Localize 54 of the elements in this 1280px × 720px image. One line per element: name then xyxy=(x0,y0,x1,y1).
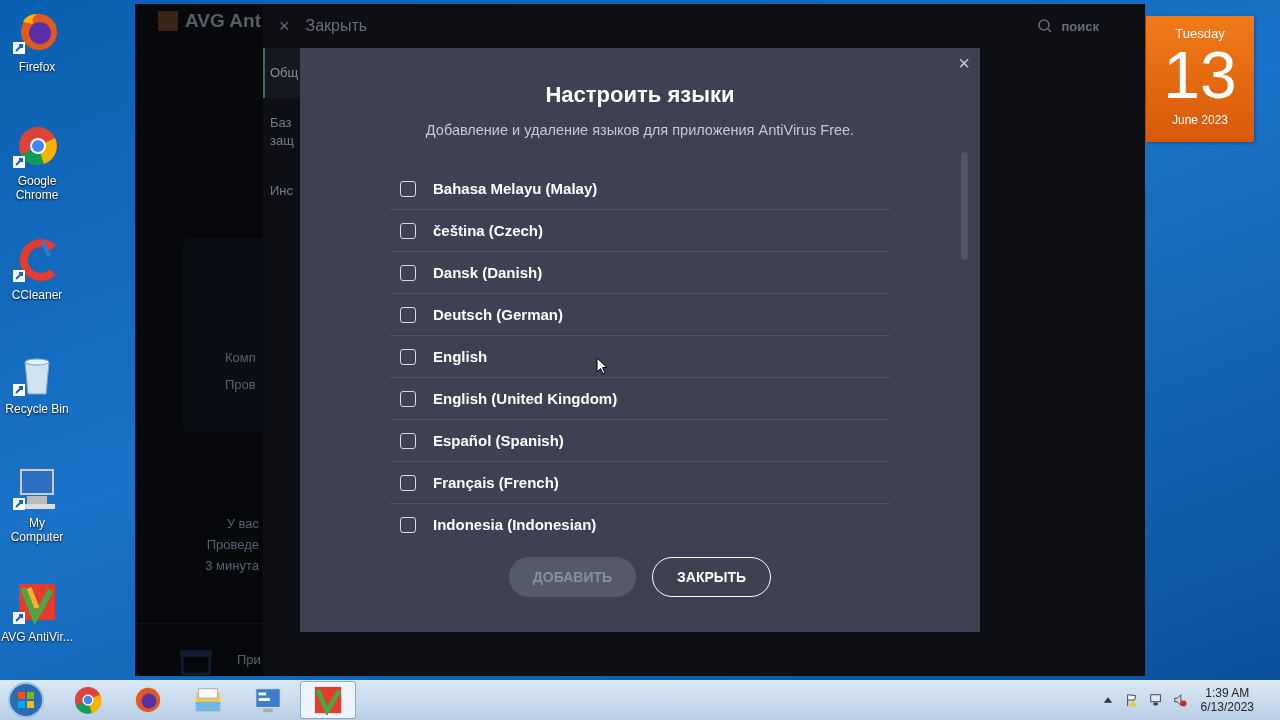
promo-text: При xyxy=(237,651,261,667)
desktop-icon-label[interactable]: AVG AntiVir... xyxy=(1,630,73,644)
checkbox[interactable] xyxy=(400,516,416,533)
status-text: 3 минута xyxy=(205,558,259,573)
mouse-pointer-icon xyxy=(596,357,608,375)
checkbox[interactable] xyxy=(400,390,416,407)
status-text: У вас xyxy=(226,516,259,531)
logo-icon xyxy=(157,9,179,32)
speaker-muted-icon[interactable] xyxy=(1172,693,1187,707)
network-icon[interactable] xyxy=(1148,693,1163,707)
checkbox[interactable] xyxy=(400,432,416,449)
checkbox[interactable] xyxy=(400,222,416,239)
clock-time[interactable]: 1:39 AM xyxy=(1205,686,1250,700)
status-text: Комп xyxy=(225,350,257,365)
language-label[interactable]: Español (Spanish) xyxy=(433,432,564,449)
taskbar-button[interactable] xyxy=(300,681,356,719)
language-label[interactable]: English xyxy=(433,348,488,365)
desktop-icon-label[interactable]: Firefox xyxy=(1,60,73,74)
checkbox[interactable] xyxy=(400,306,416,323)
language-label[interactable]: Indonesia (Indonesian) xyxy=(433,516,597,533)
avg-icon[interactable] xyxy=(313,685,343,715)
close-icon[interactable]: × xyxy=(279,15,290,37)
checkbox[interactable] xyxy=(400,180,416,197)
close-link[interactable]: Закрыть xyxy=(305,17,368,35)
calendar-weekday: Tuesday xyxy=(1175,26,1225,41)
calendar-month: June 2023 xyxy=(1171,113,1229,127)
language-label[interactable]: Dansk (Danish) xyxy=(433,264,543,281)
start-button[interactable] xyxy=(6,680,46,720)
checkbox[interactable] xyxy=(400,348,416,365)
app-title: AVG Ant xyxy=(185,9,261,32)
desktop-icon-label[interactable]: Google Chrome xyxy=(1,174,73,202)
checkbox[interactable] xyxy=(400,474,416,491)
chrome-icon[interactable] xyxy=(73,685,103,715)
dialog-subtitle: Добавление и удаление языков для приложения AntiVirus Free. xyxy=(425,122,855,138)
checkbox[interactable] xyxy=(400,264,416,281)
flag-icon[interactable] xyxy=(1124,693,1139,707)
language-label[interactable]: čeština (Czech) xyxy=(433,222,544,239)
calendar-day: 13 xyxy=(1163,43,1237,107)
search-icon[interactable] xyxy=(1037,18,1054,34)
firefox-icon[interactable] xyxy=(133,685,163,715)
desktop-icon-label[interactable]: CCleaner xyxy=(1,288,73,302)
control-panel-icon[interactable] xyxy=(253,685,283,715)
search-link[interactable]: поиск xyxy=(1061,18,1099,34)
language-label[interactable]: Deutsch (German) xyxy=(433,306,564,323)
status-text: Проведе xyxy=(206,537,259,552)
language-label[interactable]: Bahasa Melayu (Malay) xyxy=(433,180,598,197)
language-label[interactable]: Français (French) xyxy=(433,474,559,491)
language-label[interactable]: English (United Kingdom) xyxy=(433,390,618,407)
desktop-icon-label[interactable]: Recycle Bin xyxy=(1,402,73,416)
dialog-title: Настроить языки xyxy=(545,82,735,108)
desktop-icon-label[interactable]: My Computer xyxy=(1,516,73,544)
close-icon[interactable]: × xyxy=(958,52,970,75)
clock-date[interactable]: 6/13/2023 xyxy=(1200,700,1254,714)
status-text: Пров xyxy=(225,377,257,392)
